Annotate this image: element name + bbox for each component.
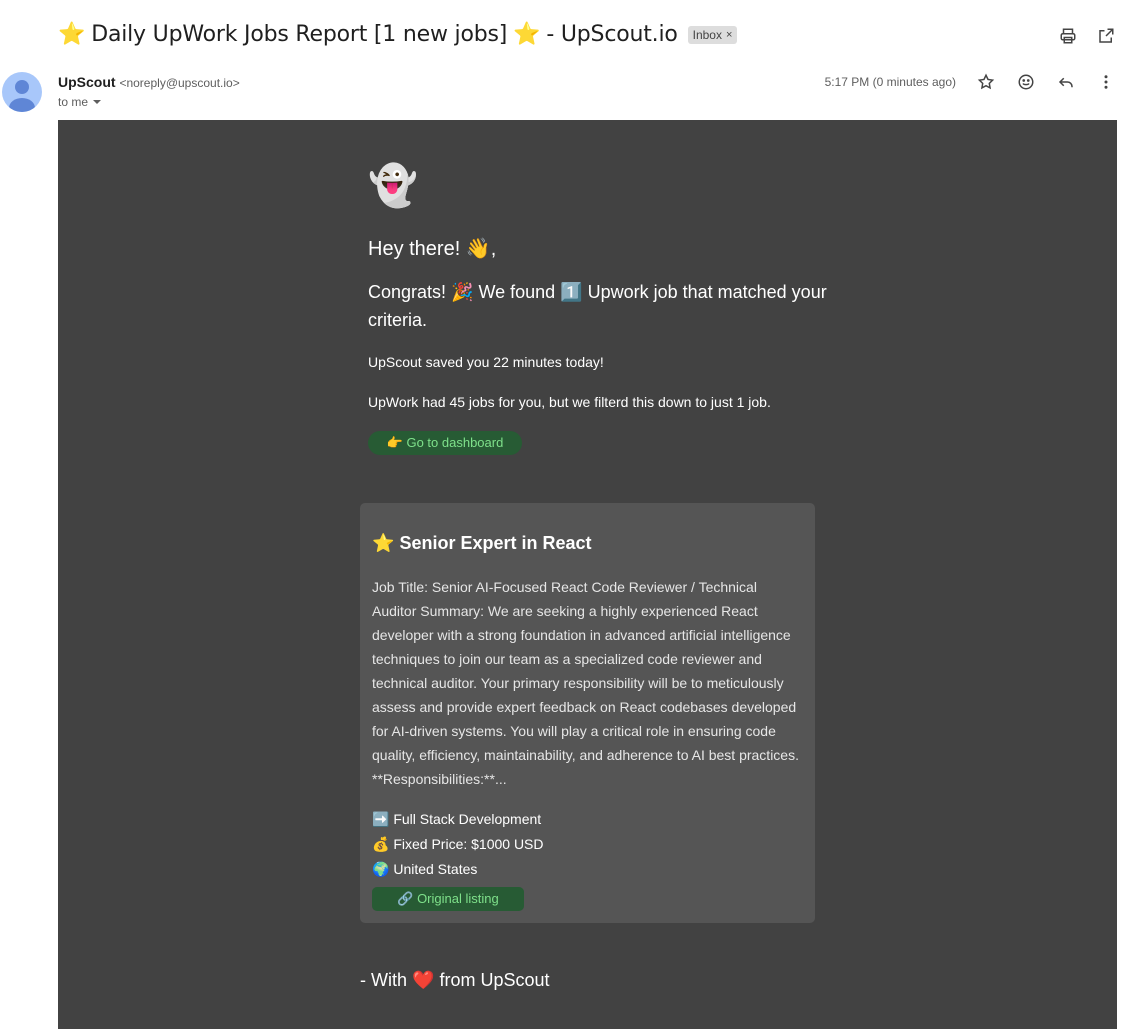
inbox-label-text: Inbox xyxy=(692,27,722,42)
money-bag-icon: 💰 xyxy=(372,837,390,853)
emoji-icon[interactable] xyxy=(1016,72,1036,92)
job-title-row: ⭐ Senior Expert in React xyxy=(372,533,592,554)
job-description: Job Title: Senior AI-Focused React Code … xyxy=(372,579,799,787)
job-card: ⭐ Senior Expert in React Job Title: Seni… xyxy=(360,503,815,923)
sender: UpScout <noreply@upscout.io> xyxy=(58,74,240,90)
arrow-right-icon: ➡️ xyxy=(372,812,390,828)
ghost-emoji: 👻 xyxy=(368,163,418,209)
globe-icon: 🌍 xyxy=(372,862,390,878)
avatar[interactable] xyxy=(2,72,42,112)
print-icon[interactable] xyxy=(1058,26,1078,46)
job-price: 💰 Fixed Price: $1000 USD xyxy=(372,832,544,857)
top-actions xyxy=(1058,26,1116,46)
subject-suffix: - UpScout.io xyxy=(546,22,678,47)
signoff-prefix: - With xyxy=(360,970,407,990)
inbox-label: Inbox × xyxy=(687,25,738,44)
message-actions: 5:17 PM (0 minutes ago) xyxy=(825,72,1116,92)
email-subject: Daily UpWork Jobs Report [1 new jobs] xyxy=(91,22,508,47)
heart-icon: ❤️ xyxy=(412,970,435,991)
job-price-text: Fixed Price: $1000 USD xyxy=(393,836,544,852)
job-title: Senior Expert in React xyxy=(399,533,592,553)
message-time: 5:17 PM (0 minutes ago) xyxy=(824,75,956,89)
email-body: 👻 Hey there! 👋, Congrats! 🎉 We found 1️⃣… xyxy=(58,120,1117,1029)
recipient-text: to me xyxy=(58,95,89,109)
job-category: ➡️ Full Stack Development xyxy=(372,807,544,832)
star-icon[interactable] xyxy=(976,72,996,92)
job-star: ⭐ xyxy=(372,533,395,554)
job-location-text: United States xyxy=(393,861,478,877)
recipient-dropdown[interactable]: to me xyxy=(58,95,102,109)
more-vert-icon[interactable] xyxy=(1096,72,1116,92)
job-location: 🌍 United States xyxy=(372,857,544,882)
congrats-message: Congrats! 🎉 We found 1️⃣ Upwork job that… xyxy=(368,282,827,330)
filter-summary: UpWork had 45 jobs for you, but we filte… xyxy=(368,394,771,410)
caret-down-icon xyxy=(93,100,102,104)
sender-name: UpScout xyxy=(58,74,116,90)
time-saved: UpScout saved you 22 minutes today! xyxy=(368,354,604,370)
subject-star-right: ⭐ xyxy=(513,22,541,47)
subject-row: ⭐ Daily UpWork Jobs Report [1 new jobs] … xyxy=(58,22,738,47)
greeting: Hey there! 👋, xyxy=(368,238,497,260)
original-listing-button[interactable]: 🔗 Original listing xyxy=(372,887,524,911)
remove-label-icon[interactable]: × xyxy=(726,29,732,41)
job-meta: ➡️ Full Stack Development 💰 Fixed Price:… xyxy=(372,807,544,882)
job-category-text: Full Stack Development xyxy=(393,811,542,827)
subject-star-left: ⭐ xyxy=(58,22,86,47)
open-in-new-icon[interactable] xyxy=(1096,26,1116,46)
sender-email: <noreply@upscout.io> xyxy=(119,76,240,90)
reply-icon[interactable] xyxy=(1056,72,1076,92)
signoff-suffix: from UpScout xyxy=(439,970,550,990)
go-to-dashboard-button[interactable]: 👉 Go to dashboard xyxy=(368,431,522,455)
signoff: - With ❤️ from UpScout xyxy=(360,970,550,991)
